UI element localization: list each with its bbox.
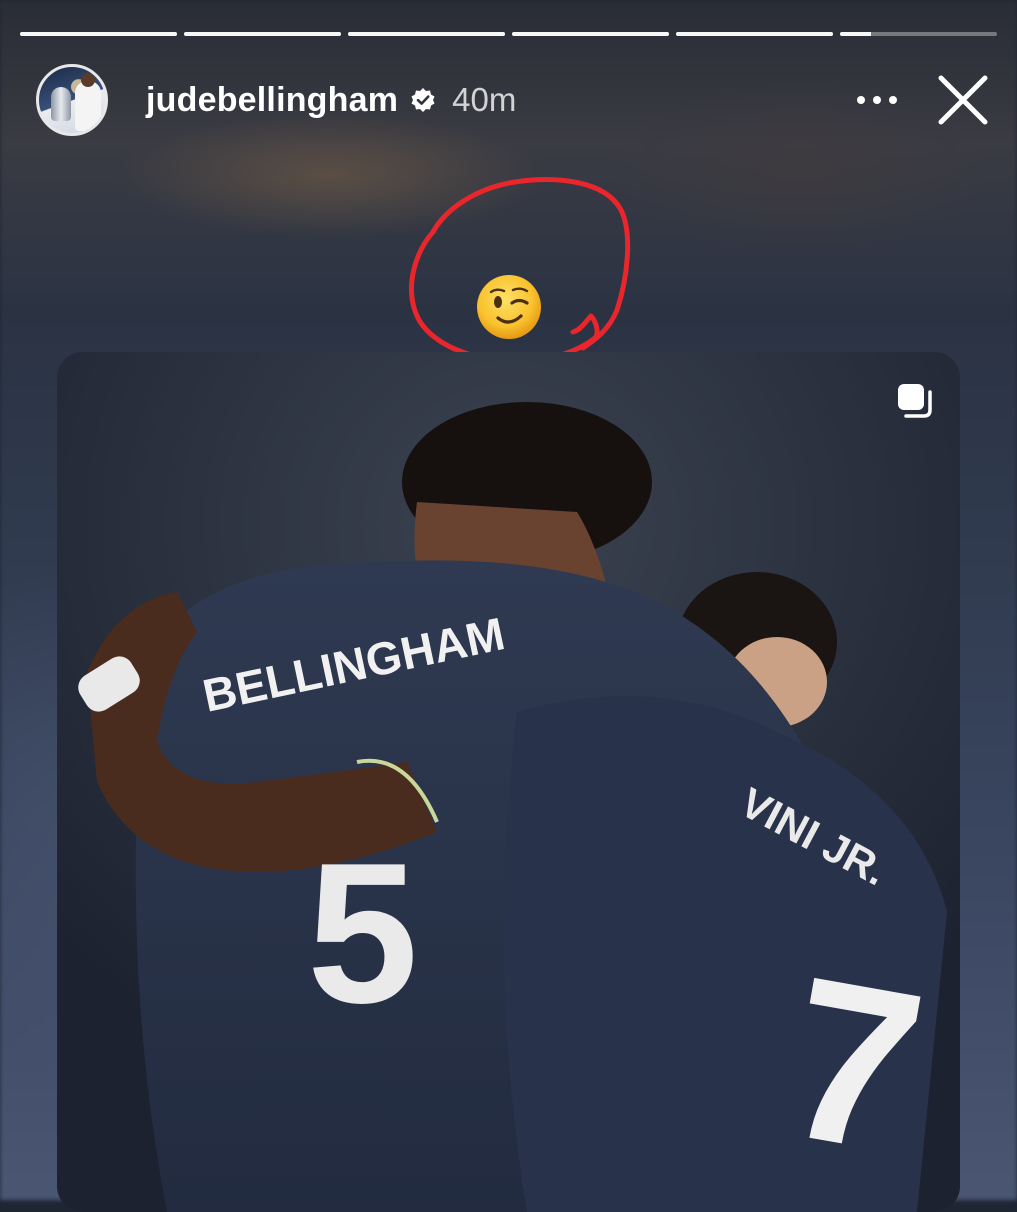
progress-segment-fill: [512, 32, 669, 36]
story-timestamp: 40m: [452, 81, 517, 118]
progress-segment-fill: [348, 32, 505, 36]
progress-segment-fill: [840, 32, 872, 36]
close-button[interactable]: [931, 68, 995, 132]
close-icon: [938, 75, 988, 125]
winking-face-icon: [477, 275, 541, 339]
shared-post-card[interactable]: BELLINGHAM 5 VINI JR. 7: [57, 352, 960, 1212]
progress-segment: [840, 32, 997, 36]
wink-emoji-sticker[interactable]: [474, 272, 544, 342]
progress-segment: [20, 32, 177, 36]
story-header: judebellingham 40m: [36, 58, 995, 142]
progress-segment-fill: [676, 32, 833, 36]
carousel-post-icon: [898, 384, 932, 418]
avatar-head: [81, 73, 95, 87]
jersey-number-left: 5: [307, 822, 418, 1045]
progress-segment-fill: [184, 32, 341, 36]
progress-segment: [676, 32, 833, 36]
progress-segment: [512, 32, 669, 36]
progress-segment-fill: [20, 32, 177, 36]
verified-badge-icon: [410, 87, 436, 113]
more-options-button[interactable]: [847, 70, 907, 130]
story-progress-bar: [20, 32, 997, 36]
trophy-icon: [51, 87, 71, 121]
username[interactable]: judebellingham: [146, 81, 398, 120]
more-options-icon: [857, 96, 897, 104]
shared-post-photo: BELLINGHAM 5 VINI JR. 7: [57, 352, 960, 1212]
progress-segment: [184, 32, 341, 36]
avatar-person: [75, 81, 101, 131]
avatar[interactable]: [36, 64, 108, 136]
progress-segment: [348, 32, 505, 36]
